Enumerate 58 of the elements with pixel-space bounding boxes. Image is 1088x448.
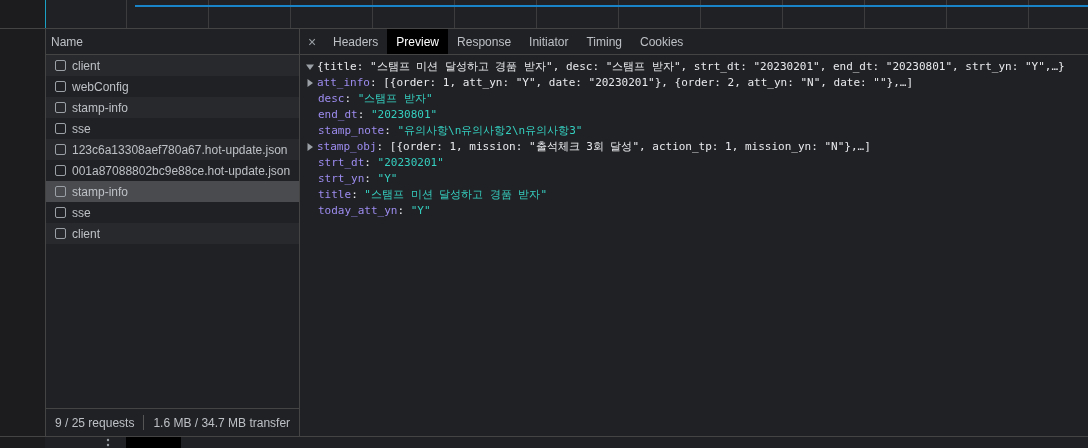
- property-key: stamp_note: [318, 123, 385, 139]
- checkbox[interactable]: [55, 165, 66, 176]
- object-value: [{order: 1, mission: "출석체크 3회 달성", action_tp: 1, mission_yn: "N"},…]: [389, 139, 871, 155]
- property-key: stamp_obj: [317, 139, 377, 155]
- close-button[interactable]: ×: [300, 29, 324, 54]
- request-row[interactable]: webConfig: [46, 76, 299, 97]
- tab[interactable]: Initiator: [520, 29, 578, 54]
- colon-text: :: [351, 187, 358, 203]
- status-text: 1.6 MB / 34.7 MB transfer: [153, 415, 291, 430]
- property-key: today_att_yn: [318, 203, 398, 219]
- string-value: "20230801": [370, 107, 438, 123]
- request-row[interactable]: sse: [46, 202, 299, 223]
- colon-text: :: [364, 155, 371, 171]
- collapse-arrow-icon[interactable]: [306, 63, 314, 71]
- checkbox[interactable]: [55, 81, 66, 92]
- request-row[interactable]: stamp-info: [46, 97, 299, 118]
- colon-text: :: [397, 203, 405, 219]
- object-summary: {title: "스탬프 미션 달성하고 경품 받자", desc: "스탬프 받자", strt_dt: "20230201", end_dt: "20230801", strt_yn: "Y",…}: [317, 59, 1065, 75]
- expand-arrow-icon[interactable]: [306, 143, 314, 151]
- colon-text: :: [364, 171, 371, 187]
- checkbox[interactable]: [55, 123, 66, 134]
- request-row[interactable]: sse: [46, 118, 299, 139]
- checkbox[interactable]: [55, 186, 66, 197]
- string-value: "Y": [410, 203, 431, 219]
- property-key: strt_dt: [318, 155, 365, 171]
- checkbox[interactable]: [55, 228, 66, 239]
- object-value: [{order: 1, att_yn: "Y", date: "20230201"}, {order: 2, att_yn: "N", date: ""},…]: [383, 75, 913, 91]
- property-key: end_dt: [318, 107, 358, 123]
- checkbox[interactable]: [55, 102, 66, 113]
- property-key: att_info: [317, 75, 370, 91]
- colon-text: :: [384, 123, 391, 139]
- string-value: "스탬프 미션 달성하고 경품 받자": [364, 187, 548, 203]
- tab[interactable]: Preview: [387, 29, 449, 54]
- tab[interactable]: Response: [448, 29, 521, 54]
- request-row[interactable]: client: [46, 223, 299, 244]
- tab[interactable]: Timing: [577, 29, 631, 54]
- request-row[interactable]: 001a87088802bc9e88ce.hot-update.json: [46, 160, 299, 181]
- colon-text: :: [376, 139, 384, 155]
- colon-text: :: [370, 75, 377, 91]
- property-key: title: [318, 187, 352, 203]
- expand-arrow-icon[interactable]: [306, 79, 314, 87]
- property-key: strt_yn: [318, 171, 365, 187]
- string-value: "20230201": [377, 155, 444, 171]
- status-text: 9 / 25 requests: [55, 415, 135, 430]
- checkbox[interactable]: [55, 207, 66, 218]
- tab[interactable]: Cookies: [631, 29, 693, 54]
- property-key: desc: [318, 91, 345, 107]
- request-row[interactable]: stamp-info: [46, 181, 299, 202]
- colon-text: :: [344, 91, 352, 107]
- checkbox[interactable]: [55, 60, 66, 71]
- request-row[interactable]: client: [46, 55, 299, 76]
- checkbox[interactable]: [55, 144, 66, 155]
- request-row[interactable]: 123c6a13308aef780a67.hot-update.json: [46, 139, 299, 160]
- colon-text: :: [357, 107, 365, 123]
- string-value: "Y": [377, 171, 398, 187]
- string-value: "스탬프 받자": [357, 91, 433, 107]
- string-value: "유의사항\n유의사항2\n유의사항3": [397, 123, 583, 139]
- tab[interactable]: Headers: [324, 29, 388, 54]
